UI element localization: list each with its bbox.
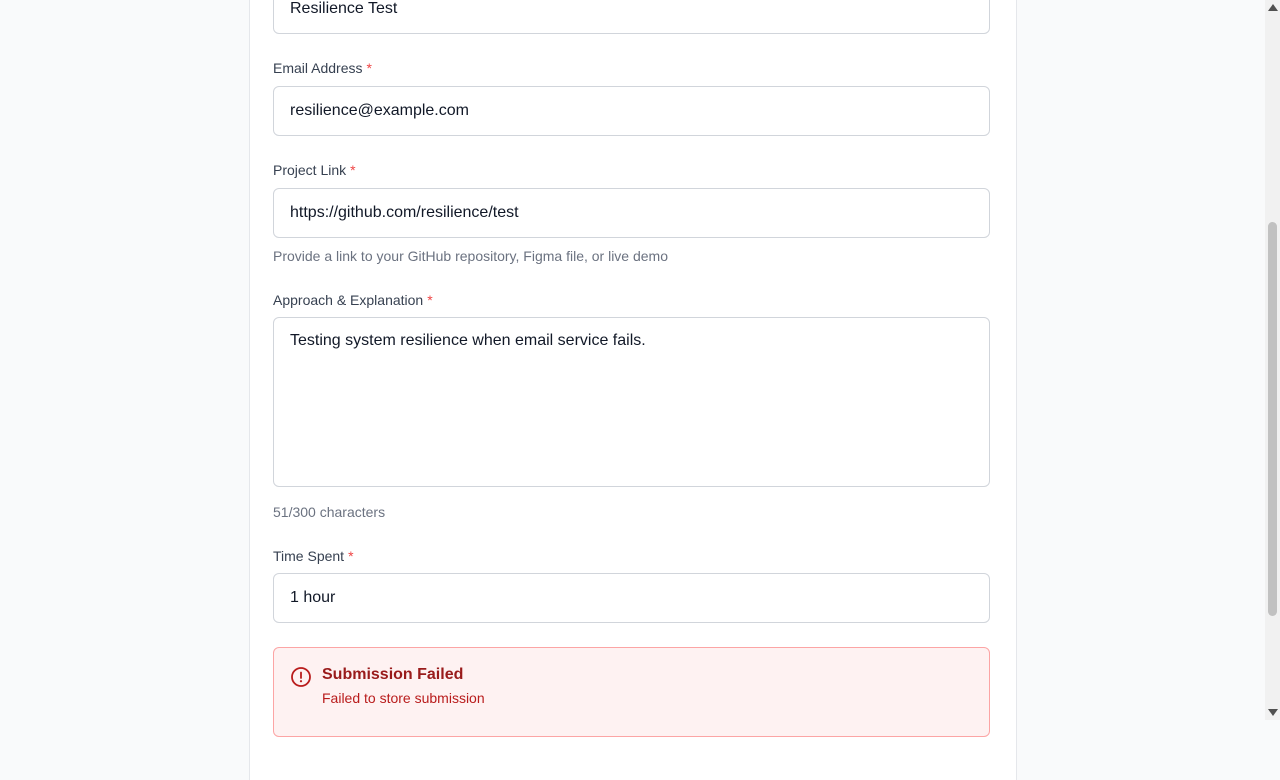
alert-title: Submission Failed [322,666,464,683]
name-field[interactable]: Resilience Test [273,0,990,34]
name-field-value: Resilience Test [290,0,398,17]
page-scrollbar[interactable] [1265,0,1280,720]
approach-label: Approach & Explanation * [273,292,433,308]
alert-message: Failed to store submission [322,690,485,706]
approach-textarea-value: Testing system resilience when email ser… [290,332,646,349]
email-label: Email Address * [273,60,372,76]
time-spent-field-value: 1 hour [290,589,336,606]
character-counter: 51/300 characters [273,504,386,520]
time-spent-label: Time Spent * [273,548,354,564]
approach-textarea[interactable]: Testing system resilience when email ser… [273,317,990,487]
required-marker: * [348,548,354,564]
email-field-value: resilience@example.com [290,102,469,119]
scroll-down-arrow-icon[interactable] [1268,709,1278,716]
required-marker: * [366,60,372,76]
alert-circle-icon [290,666,312,688]
project-link-field-value: https://github.com/resilience/test [290,204,519,221]
time-spent-field[interactable]: 1 hour [273,573,990,623]
email-field[interactable]: resilience@example.com [273,86,990,136]
project-link-hint: Provide a link to your GitHub repository… [273,248,669,264]
required-marker: * [350,162,356,178]
submission-error-alert: Submission Failed Failed to store submis… [273,647,990,737]
project-link-field[interactable]: https://github.com/resilience/test [273,188,990,238]
scroll-up-arrow-icon[interactable] [1268,4,1278,11]
scrollbar-thumb[interactable] [1268,222,1277,616]
project-link-label: Project Link * [273,162,356,178]
required-marker: * [427,292,433,308]
